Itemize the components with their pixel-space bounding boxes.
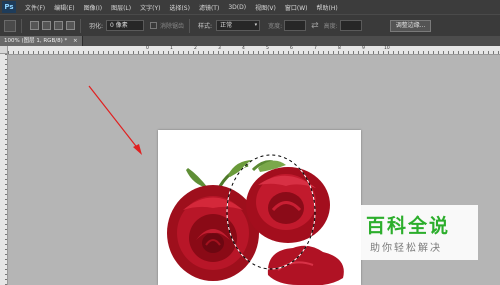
rose-photo: [167, 154, 344, 285]
watermark: 百科全说 助你轻松解决: [348, 205, 478, 260]
document-canvas[interactable]: [158, 130, 361, 285]
watermark-subtitle: 助你轻松解决: [370, 243, 442, 254]
watermark-title: 百科全说: [366, 215, 451, 237]
